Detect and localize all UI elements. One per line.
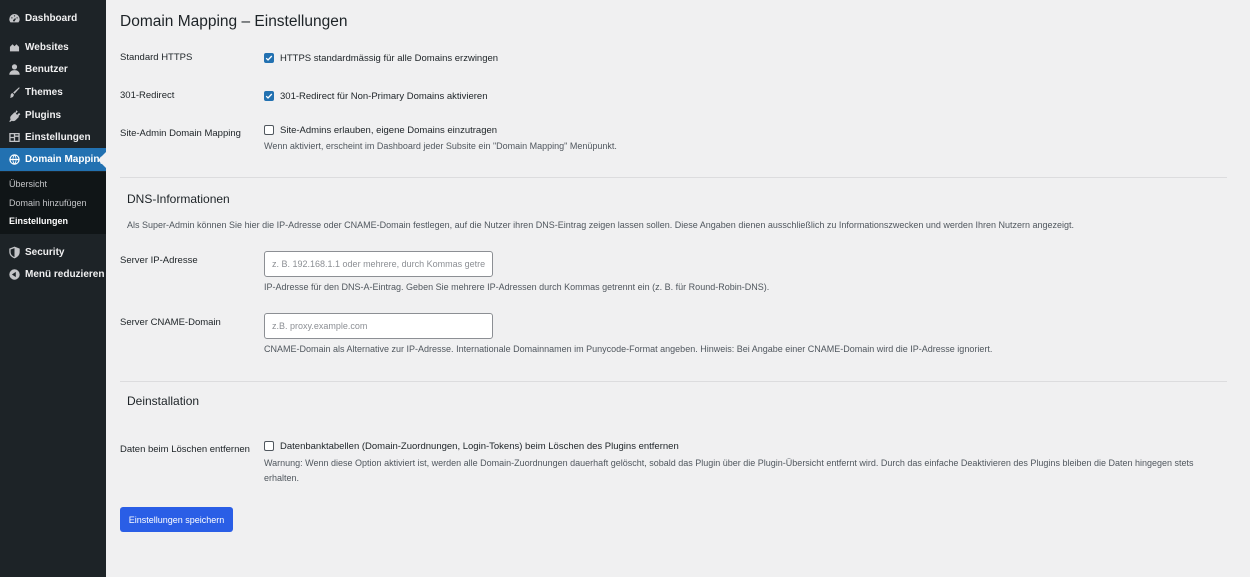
https-checkbox[interactable] [264,53,274,63]
websites-icon [7,40,21,54]
submenu-item-einstellungen[interactable]: Einstellungen [9,216,68,226]
submenu-item-domain-hinzufuegen[interactable]: Domain hinzufügen [9,198,87,208]
server-cname-input[interactable] [264,313,493,339]
shield-icon [7,245,21,259]
delete-data-label: Daten beim Löschen entfernen [120,444,250,455]
sidebar-item-security[interactable]: Security [0,241,106,263]
sidebar-item-label: Themes [25,86,63,98]
delete-data-checkbox[interactable] [264,441,274,451]
redirect-checkbox-label[interactable]: 301-Redirect für Non-Primary Domains akt… [280,91,488,102]
admin-sidebar: Dashboard Websites Benutzer Themes Plugi… [0,0,106,577]
https-checkbox-label[interactable]: HTTPS standardmässig für alle Domains er… [280,53,498,64]
domain-mapping-submenu: Übersicht Domain hinzufügen Einstellunge… [0,172,106,234]
https-setting-label: Standard HTTPS [120,52,193,63]
user-icon [7,62,21,76]
sidebar-item-label: Domain Mapping [25,154,106,165]
sidebar-item-label: Benutzer [25,63,68,75]
checkmark-icon [265,93,273,99]
globe-icon [7,153,21,167]
sidebar-item-label: Dashboard [25,12,78,24]
submenu-item-uebersicht[interactable]: Übersicht [9,179,47,189]
sidebar-item-label: Websites [25,41,69,53]
redirect-checkbox[interactable] [264,91,274,101]
server-cname-description: CNAME-Domain als Alternative zur IP-Adre… [264,344,993,354]
main-content: Domain Mapping – Einstellungen Standard … [106,0,1250,577]
sidebar-item-themes[interactable]: Themes [0,81,106,103]
server-ip-label: Server IP-Adresse [120,255,198,266]
sidebar-item-plugins[interactable]: Plugins [0,104,106,126]
sidebar-item-label: Plugins [25,109,62,121]
checkmark-icon [265,55,273,61]
dns-intro-text: Als Super-Admin können Sie hier die IP-A… [127,220,1075,230]
site-admin-setting-label: Site-Admin Domain Mapping [120,128,241,139]
dashboard-icon [7,11,21,25]
sidebar-item-label: Einstellungen [25,131,91,143]
sidebar-item-label: Security [25,246,65,258]
save-settings-button[interactable]: Einstellungen speichern [120,507,233,532]
section-divider [120,177,1227,178]
site-admin-checkbox[interactable] [264,125,274,135]
sidebar-item-label: Menü reduzieren [25,268,105,280]
site-admin-description: Wenn aktiviert, erscheint im Dashboard j… [264,141,617,151]
sidebar-item-dashboard[interactable]: Dashboard [0,7,106,29]
delete-data-warning: Warnung: Wenn diese Option aktiviert ist… [264,458,1194,483]
sidebar-item-domain-mapping[interactable]: Domain Mapping [0,148,106,171]
dns-section-title: DNS-Informationen [127,192,230,206]
redirect-setting-label: 301-Redirect [120,90,175,101]
server-cname-label: Server CNAME-Domain [120,317,221,328]
delete-data-checkbox-label[interactable]: Datenbanktabellen (Domain-Zuordnungen, L… [280,441,679,452]
server-ip-description: IP-Adresse für den DNS-A-Eintrag. Geben … [264,282,770,292]
brush-icon [7,85,21,99]
site-admin-checkbox-label[interactable]: Site-Admins erlauben, eigene Domains ein… [280,125,497,136]
section-divider [120,381,1227,382]
collapse-icon [7,267,21,281]
sidebar-item-einstellungen[interactable]: Einstellungen [0,126,106,148]
uninstall-section-title: Deinstallation [127,394,200,408]
page-title: Domain Mapping – Einstellungen [120,13,348,30]
plugin-icon [7,108,21,122]
sidebar-item-websites[interactable]: Websites [0,36,106,58]
sidebar-item-menu-reduzieren[interactable]: Menü reduzieren [0,263,106,285]
sidebar-item-benutzer[interactable]: Benutzer [0,58,106,80]
server-ip-input[interactable] [264,251,493,277]
settings-icon [7,130,21,144]
